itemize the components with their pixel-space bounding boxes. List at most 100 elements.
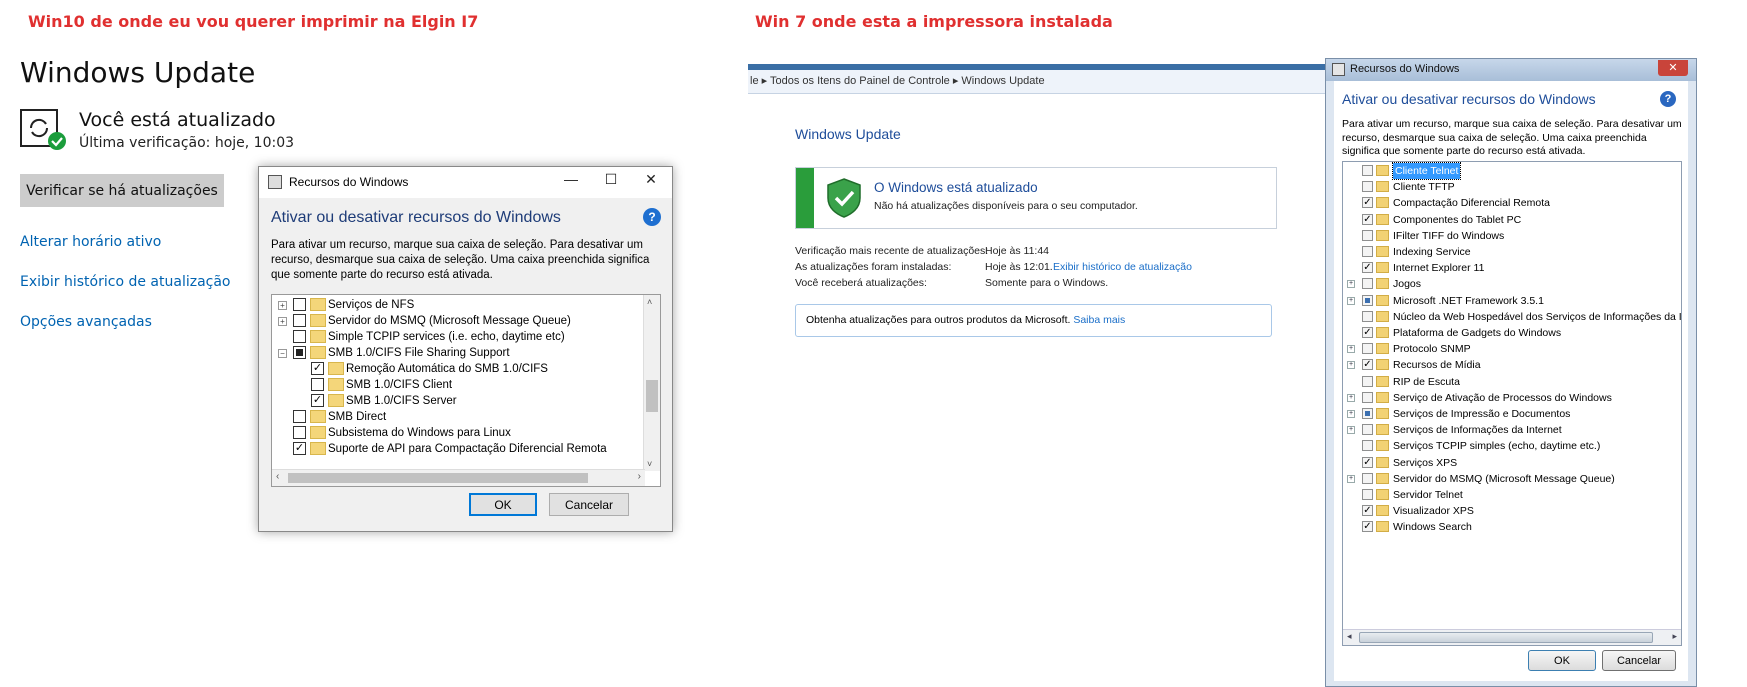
feature-row-win7[interactable]: + Serviços de Informações da Internet: [1343, 422, 1681, 438]
feature-checkbox[interactable]: [293, 330, 306, 343]
feature-row-win7[interactable]: Cliente Telnet: [1343, 162, 1681, 180]
link-advanced-options[interactable]: Opções avançadas: [20, 314, 152, 330]
expand-icon[interactable]: +: [1347, 280, 1355, 289]
feature-row-win7[interactable]: ✓ Visualizador XPS: [1343, 503, 1681, 519]
ok-button[interactable]: OK: [469, 493, 537, 516]
feature-checkbox[interactable]: [293, 346, 306, 359]
ok-button-win7[interactable]: OK: [1528, 650, 1596, 671]
feature-row-win7[interactable]: ✓ Compactação Diferencial Remota: [1343, 195, 1681, 211]
feature-checkbox-win7[interactable]: [1362, 472, 1373, 484]
feature-checkbox-win7[interactable]: ✓: [1362, 197, 1373, 209]
feature-checkbox-win7[interactable]: [1362, 408, 1373, 419]
help-icon-win7[interactable]: ?: [1660, 91, 1676, 107]
learn-more-link[interactable]: Saiba mais: [1073, 314, 1125, 326]
link-update-history[interactable]: Exibir histórico de atualização: [20, 274, 231, 290]
feature-row-win7[interactable]: RIP de Escuta: [1343, 374, 1681, 390]
feature-checkbox[interactable]: [311, 378, 324, 391]
feature-checkbox[interactable]: [293, 426, 306, 439]
feature-row-win7[interactable]: Serviços TCPIP simples (echo, daytime et…: [1343, 438, 1681, 454]
feature-row-win7[interactable]: Núcleo da Web Hospedável dos Serviços de…: [1343, 309, 1681, 325]
feature-checkbox-win7[interactable]: ✓: [1362, 213, 1373, 225]
feature-row-win7[interactable]: ✓ Serviços XPS: [1343, 455, 1681, 471]
hscroll-thumb-win7[interactable]: [1359, 632, 1653, 643]
breadcrumb[interactable]: le ▸ Todos os Itens do Painel de Control…: [748, 70, 1338, 94]
feature-row-win7[interactable]: ✓ Plataforma de Gadgets do Windows: [1343, 325, 1681, 341]
feature-checkbox-win7[interactable]: ✓: [1362, 521, 1373, 533]
link-active-hours[interactable]: Alterar horário ativo: [20, 234, 161, 250]
help-icon[interactable]: ?: [643, 208, 661, 226]
scroll-right-icon-win7[interactable]: ▸: [1672, 631, 1677, 642]
scroll-thumb[interactable]: [646, 380, 658, 412]
check-updates-button[interactable]: Verificar se há atualizações: [20, 174, 224, 207]
vertical-scrollbar[interactable]: ˄ ˅: [643, 295, 660, 471]
feature-checkbox-win7[interactable]: [1362, 375, 1373, 387]
feature-checkbox-win7[interactable]: ✓: [1362, 456, 1373, 468]
feature-checkbox-win7[interactable]: [1362, 343, 1373, 355]
cancel-button-win7[interactable]: Cancelar: [1602, 650, 1676, 671]
collapse-icon[interactable]: −: [278, 349, 287, 358]
feature-checkbox[interactable]: [293, 410, 306, 423]
feature-row-win7[interactable]: + Servidor do MSMQ (Microsoft Message Que…: [1343, 471, 1681, 487]
scroll-left-icon-win7[interactable]: ◂: [1347, 631, 1352, 642]
scroll-up-icon[interactable]: ˄: [647, 297, 652, 307]
feature-checkbox[interactable]: [293, 314, 306, 327]
scroll-left-icon[interactable]: ‹: [276, 471, 279, 482]
feature-checkbox-win7[interactable]: ✓: [1362, 359, 1373, 371]
feature-checkbox[interactable]: [293, 298, 306, 311]
feature-row-win7[interactable]: + Protocolo SNMP: [1343, 341, 1681, 357]
feature-row-win7[interactable]: Servidor Telnet: [1343, 487, 1681, 503]
feature-row-win7[interactable]: Cliente TFTP: [1343, 179, 1681, 195]
feature-checkbox[interactable]: ✓: [293, 442, 306, 455]
close-icon-win7[interactable]: ✕: [1658, 60, 1688, 76]
feature-checkbox[interactable]: ✓: [311, 362, 324, 375]
feature-row-win7[interactable]: IFilter TIFF do Windows: [1343, 228, 1681, 244]
close-icon[interactable]: ✕: [636, 171, 666, 188]
feature-row-win7[interactable]: + Serviços de Impressão e Documentos: [1343, 406, 1681, 422]
minimize-icon[interactable]: —: [556, 171, 586, 187]
feature-checkbox-win7[interactable]: [1362, 246, 1373, 257]
feature-checkbox-win7[interactable]: [1362, 440, 1373, 452]
expand-icon[interactable]: +: [1347, 345, 1355, 354]
feature-checkbox-win7[interactable]: [1362, 165, 1373, 176]
feature-row[interactable]: ✓ Suporte de API para Compactação Diferen…: [272, 440, 642, 458]
expand-icon[interactable]: +: [1347, 393, 1355, 402]
feature-checkbox-win7[interactable]: [1362, 424, 1373, 436]
feature-row-win7[interactable]: + Jogos: [1343, 276, 1681, 292]
expand-icon[interactable]: +: [278, 301, 287, 310]
feature-checkbox-win7[interactable]: [1362, 278, 1373, 290]
feature-checkbox-win7[interactable]: ✓: [1362, 262, 1373, 274]
feature-checkbox-win7[interactable]: [1362, 181, 1373, 193]
expand-icon[interactable]: +: [1347, 361, 1355, 370]
feature-checkbox[interactable]: ✓: [311, 394, 324, 407]
scroll-down-icon[interactable]: ˅: [647, 459, 652, 469]
feature-row-win7[interactable]: Indexing Service: [1343, 244, 1681, 260]
feature-checkbox-win7[interactable]: [1362, 310, 1373, 322]
expand-icon[interactable]: +: [1347, 296, 1355, 305]
horizontal-scrollbar[interactable]: ‹ ›: [272, 469, 645, 486]
feature-row-win7[interactable]: + ✓ Recursos de Mídia: [1343, 357, 1681, 373]
link-update-history-win7[interactable]: Exibir histórico de atualização: [1053, 261, 1192, 273]
cancel-button[interactable]: Cancelar: [549, 493, 629, 516]
feature-row-win7[interactable]: ✓ Internet Explorer 11: [1343, 260, 1681, 276]
feature-row-win7[interactable]: + Serviço de Ativação de Processos do Win…: [1343, 390, 1681, 406]
expand-icon[interactable]: +: [1347, 474, 1355, 483]
feature-row-win7[interactable]: + Microsoft .NET Framework 3.5.1: [1343, 293, 1681, 309]
feature-row-win7[interactable]: ✓ Windows Search: [1343, 519, 1681, 535]
feature-checkbox-win7[interactable]: [1362, 229, 1373, 241]
expand-icon[interactable]: +: [1347, 410, 1355, 418]
breadcrumb-text[interactable]: le ▸ Todos os Itens do Painel de Control…: [748, 75, 1045, 87]
feature-checkbox-win7[interactable]: [1362, 489, 1373, 500]
feature-checkbox-win7[interactable]: [1362, 294, 1373, 306]
feature-checkbox-win7[interactable]: ✓: [1362, 505, 1373, 517]
feature-row-win7[interactable]: ✓ Componentes do Tablet PC: [1343, 212, 1681, 228]
scroll-right-icon[interactable]: ›: [638, 471, 641, 482]
features-list-win7[interactable]: ✓ Windows Search ✓ Visualizador XPS Servidor…: [1342, 161, 1682, 646]
expand-icon[interactable]: +: [1347, 426, 1355, 435]
maximize-icon[interactable]: ☐: [596, 171, 626, 188]
feature-checkbox-win7[interactable]: ✓: [1362, 327, 1373, 338]
features-list[interactable]: ˄ ˅ ‹ › + Serviços de NFS + Servidor do MSM…: [271, 294, 661, 487]
hscroll-thumb[interactable]: [288, 473, 588, 483]
horizontal-scrollbar-win7[interactable]: ◂ ▸: [1343, 629, 1681, 645]
feature-checkbox-win7[interactable]: [1362, 391, 1373, 403]
expand-icon[interactable]: +: [278, 317, 287, 326]
